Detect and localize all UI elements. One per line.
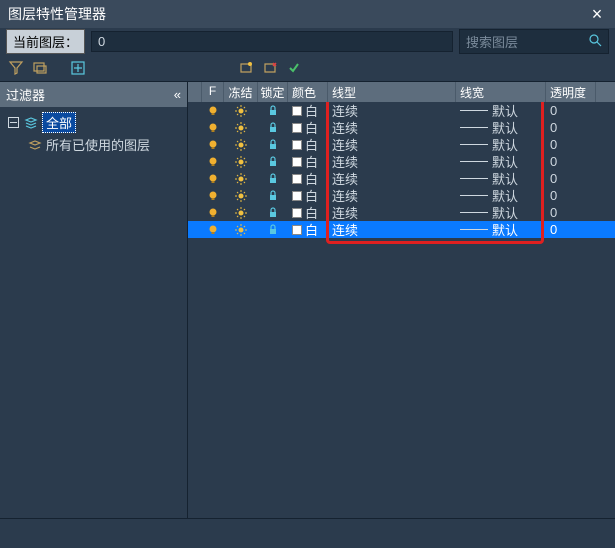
table-row[interactable]: 白连续默认0 — [188, 153, 615, 170]
lock-icon[interactable] — [258, 207, 288, 219]
lock-icon[interactable] — [258, 156, 288, 168]
lock-icon[interactable] — [258, 173, 288, 185]
col-transparency[interactable]: 透明度 — [546, 82, 596, 102]
col-lock[interactable]: 锁定 — [258, 82, 288, 102]
tree-child-row[interactable]: 所有已使用的图层 — [6, 134, 181, 155]
current-layer-value: 0 — [91, 31, 453, 52]
lock-icon[interactable] — [258, 139, 288, 151]
delete-layer-icon[interactable] — [260, 58, 280, 78]
new-layer-icon[interactable] — [236, 58, 256, 78]
color-cell[interactable]: 白 — [288, 220, 328, 239]
table-row[interactable]: 白连续默认0 — [188, 170, 615, 187]
sun-icon[interactable] — [224, 207, 258, 219]
collapse-filter-icon[interactable]: « — [174, 87, 181, 102]
transparency-cell[interactable]: 0 — [546, 120, 596, 135]
sun-icon[interactable] — [224, 156, 258, 168]
layers-stack-icon — [24, 116, 38, 130]
tree-root-row[interactable]: 全部 — [6, 111, 181, 134]
transparency-cell[interactable]: 0 — [546, 137, 596, 152]
transparency-cell[interactable]: 0 — [546, 103, 596, 118]
current-layer-label: 当前图层： — [6, 29, 85, 54]
filter-panel: 过滤器 « 全部 所有已使用的图层 — [0, 82, 188, 518]
table-row[interactable]: 白连续默认0 — [188, 204, 615, 221]
lock-icon[interactable] — [258, 105, 288, 117]
sun-icon[interactable] — [224, 122, 258, 134]
col-lineweight[interactable]: 线宽 — [456, 82, 546, 102]
bulb-icon[interactable] — [202, 190, 224, 202]
title-bar: 图层特性管理器 × — [0, 0, 615, 28]
new-filter-icon[interactable] — [6, 58, 26, 78]
transparency-cell[interactable]: 0 — [546, 154, 596, 169]
toolbar — [0, 54, 615, 82]
bulb-icon[interactable] — [202, 105, 224, 117]
table-row[interactable]: 白连续默认0 — [188, 221, 615, 238]
window-title: 图层特性管理器 — [8, 4, 106, 24]
table-row[interactable]: 白连续默认0 — [188, 119, 615, 136]
col-freeze[interactable]: 冻结 — [224, 82, 258, 102]
table-row[interactable]: 白连续默认0 — [188, 102, 615, 119]
bulb-icon[interactable] — [202, 224, 224, 236]
search-placeholder: 搜索图层 — [466, 32, 518, 51]
close-icon[interactable]: × — [587, 4, 607, 25]
transparency-cell[interactable]: 0 — [546, 171, 596, 186]
lock-icon[interactable] — [258, 224, 288, 236]
lock-icon[interactable] — [258, 122, 288, 134]
status-bar — [0, 518, 615, 548]
bulb-icon[interactable] — [202, 173, 224, 185]
used-layers-icon — [28, 138, 42, 152]
layer-grid: F 冻结 锁定 颜色 线型 线宽 透明度 白连续默认0白连续默认0白连续默认0白… — [188, 82, 615, 518]
grid-body: 白连续默认0白连续默认0白连续默认0白连续默认0白连续默认0白连续默认0白连续默… — [188, 102, 615, 518]
lineweight-cell[interactable]: 默认 — [456, 220, 546, 239]
sun-icon[interactable] — [224, 139, 258, 151]
bulb-icon[interactable] — [202, 156, 224, 168]
main-area: 过滤器 « 全部 所有已使用的图层 F — [0, 82, 615, 518]
grid-header: F 冻结 锁定 颜色 线型 线宽 透明度 — [188, 82, 615, 102]
col-on[interactable]: F — [202, 82, 224, 102]
table-row[interactable]: 白连续默认0 — [188, 187, 615, 204]
sun-icon[interactable] — [224, 190, 258, 202]
bulb-icon[interactable] — [202, 207, 224, 219]
tree-root-label: 全部 — [42, 112, 76, 133]
filter-header: 过滤器 « — [0, 82, 187, 107]
col-color[interactable]: 颜色 — [288, 82, 328, 102]
lock-icon[interactable] — [258, 190, 288, 202]
transparency-cell[interactable]: 0 — [546, 188, 596, 203]
col-linetype[interactable]: 线型 — [328, 82, 456, 102]
layer-states-icon[interactable] — [68, 58, 88, 78]
sun-icon[interactable] — [224, 224, 258, 236]
current-layer-row: 当前图层： 0 搜索图层 — [0, 28, 615, 54]
bulb-icon[interactable] — [202, 139, 224, 151]
table-row[interactable]: 白连续默认0 — [188, 136, 615, 153]
sun-icon[interactable] — [224, 105, 258, 117]
sun-icon[interactable] — [224, 173, 258, 185]
set-current-icon[interactable] — [284, 58, 304, 78]
transparency-cell[interactable]: 0 — [546, 205, 596, 220]
new-group-filter-icon[interactable] — [30, 58, 50, 78]
filter-tree: 全部 所有已使用的图层 — [0, 107, 187, 159]
collapse-minus-icon[interactable] — [6, 116, 20, 130]
col-status[interactable] — [188, 82, 202, 102]
search-icon — [588, 33, 602, 50]
bulb-icon[interactable] — [202, 122, 224, 134]
linetype-cell[interactable]: 连续 — [328, 220, 456, 239]
tree-child-label: 所有已使用的图层 — [46, 135, 150, 154]
transparency-cell[interactable]: 0 — [546, 222, 596, 237]
search-input[interactable]: 搜索图层 — [459, 29, 609, 54]
